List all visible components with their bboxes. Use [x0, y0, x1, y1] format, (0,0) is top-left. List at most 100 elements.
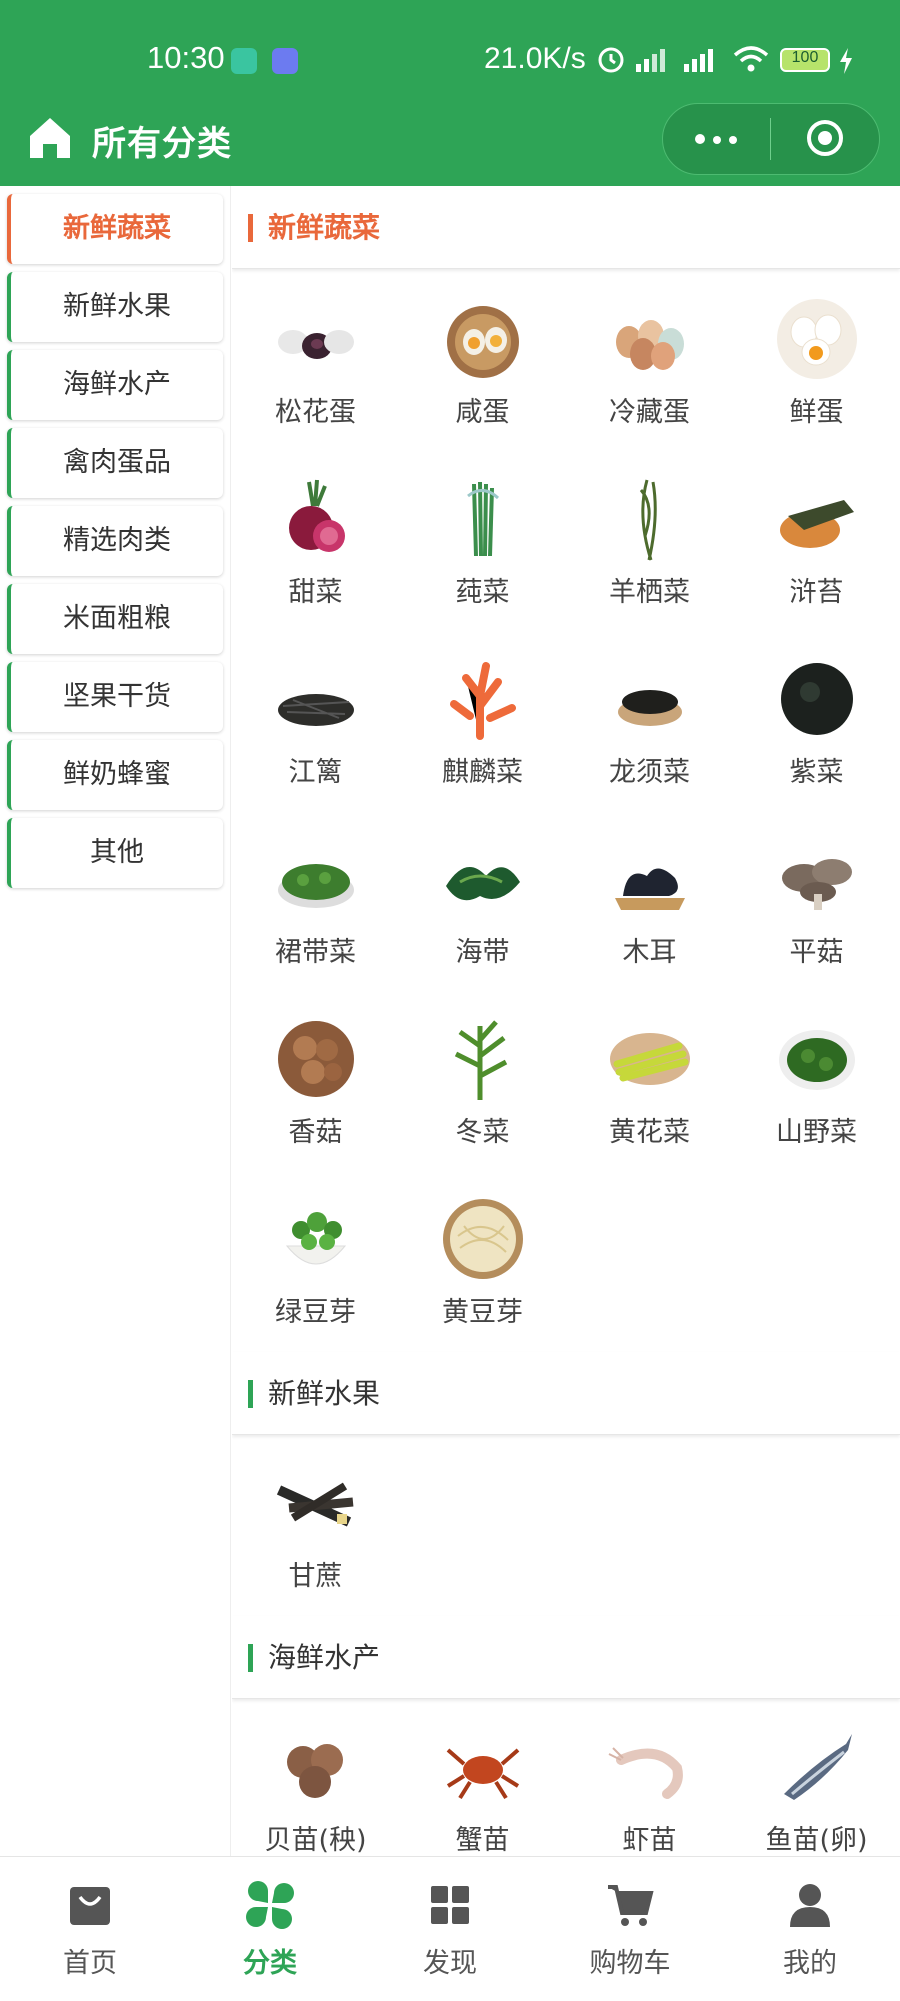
sidebar-item-meat[interactable]: 精选肉类	[7, 506, 223, 576]
item-label: 黄花菜	[609, 1117, 690, 1148]
tab-discover[interactable]: 发现	[360, 1857, 540, 2001]
home-icon[interactable]	[26, 114, 74, 162]
category-item[interactable]: 黄豆芽	[399, 1186, 566, 1366]
salted-egg-image	[447, 306, 519, 378]
category-item[interactable]: 江篱	[232, 646, 399, 826]
fresh-egg-image	[777, 299, 857, 379]
shellfish-seedling-image	[287, 1744, 343, 1798]
category-item[interactable]: 鱼苗(卵)	[733, 1714, 900, 1856]
section-title: 海鲜水产	[268, 1641, 381, 1674]
daylily-image	[610, 1033, 690, 1085]
sidebar-item-other[interactable]: 其他	[7, 818, 223, 888]
category-item[interactable]: 麒麟菜	[399, 646, 566, 826]
beetroot-image	[289, 479, 345, 552]
category-item[interactable]: 甜菜	[232, 466, 399, 646]
item-label: 黄豆芽	[442, 1297, 523, 1328]
item-label: 羊栖菜	[609, 577, 690, 608]
category-item[interactable]: 贝苗(秧)	[232, 1714, 399, 1856]
item-label: 冬菜	[455, 1117, 510, 1148]
section-title: 新鲜水果	[268, 1377, 381, 1410]
wakame-image	[278, 864, 354, 908]
charging-icon	[840, 48, 852, 74]
battery-icon: 100	[780, 48, 830, 72]
category-item[interactable]: 黄花菜	[566, 1006, 733, 1186]
item-label: 冷藏蛋	[609, 397, 690, 428]
clover-icon	[246, 1881, 294, 1929]
bag-icon	[70, 1887, 110, 1925]
category-content: 新鲜蔬菜 松花蛋 咸蛋 冷藏蛋 鲜蛋 甜菜 莼菜 羊栖菜 浒苔 江篱 麒麟菜 龙…	[232, 186, 900, 1856]
tab-home[interactable]: 首页	[0, 1857, 180, 2001]
fish-fry-image	[784, 1734, 852, 1800]
category-item[interactable]: 紫菜	[733, 646, 900, 826]
item-label: 咸蛋	[455, 397, 510, 428]
category-item[interactable]: 裙带菜	[232, 826, 399, 1006]
sidebar-item-fresh-fruit[interactable]: 新鲜水果	[7, 272, 223, 342]
tab-label: 发现	[423, 1948, 477, 1979]
category-item[interactable]: 平菇	[733, 826, 900, 1006]
shield-icon	[231, 48, 257, 74]
section-title: 新鲜蔬菜	[268, 211, 381, 244]
mung-bean-sprout-image	[285, 1212, 347, 1265]
sidebar-item-poultry-eggs[interactable]: 禽肉蛋品	[7, 428, 223, 498]
wood-ear-image	[615, 868, 685, 910]
sidebar-item-grains[interactable]: 米面粗粮	[7, 584, 223, 654]
category-item[interactable]: 松花蛋	[232, 286, 399, 466]
winter-vegetable-image	[454, 1020, 508, 1100]
section-marker	[248, 214, 253, 242]
cart-icon	[608, 1885, 654, 1926]
status-time: 10:30	[147, 40, 225, 75]
item-label: 松花蛋	[275, 397, 356, 428]
item-label: 鲜蛋	[789, 397, 844, 428]
alarm-icon	[598, 47, 624, 73]
section-marker	[248, 1380, 253, 1408]
item-label: 紫菜	[789, 757, 844, 788]
category-item[interactable]: 咸蛋	[399, 286, 566, 466]
sidebar-item-seafood[interactable]: 海鲜水产	[7, 350, 223, 420]
category-item[interactable]: 冬菜	[399, 1006, 566, 1186]
category-sidebar: 新鲜蔬菜 新鲜水果 海鲜水产 禽肉蛋品 精选肉类 米面粗粮 坚果干货 鲜奶蜂蜜 …	[0, 186, 231, 1856]
kelp-image	[446, 867, 520, 901]
oyster-mushroom-image	[782, 859, 852, 910]
category-item[interactable]: 海带	[399, 826, 566, 1006]
category-item[interactable]: 山野菜	[733, 1006, 900, 1186]
section-header: 新鲜蔬菜	[232, 186, 900, 269]
item-label: 莼菜	[455, 577, 510, 608]
tab-label: 我的	[783, 1948, 837, 1979]
category-item[interactable]: 木耳	[566, 826, 733, 1006]
more-menu-button[interactable]	[663, 104, 771, 174]
sidebar-item-milk-honey[interactable]: 鲜奶蜂蜜	[7, 740, 223, 810]
app-header: 10:30 21.0K/s 100 所有分类	[0, 0, 900, 186]
tab-category[interactable]: 分类	[180, 1857, 360, 2001]
item-label: 鱼苗(卵)	[765, 1825, 868, 1856]
item-label: 海带	[455, 937, 510, 968]
category-item[interactable]: 浒苔	[733, 466, 900, 646]
category-item[interactable]: 蟹苗	[399, 1714, 566, 1856]
category-item[interactable]: 龙须菜	[566, 646, 733, 826]
category-item[interactable]: 香菇	[232, 1006, 399, 1186]
section-header: 海鲜水产	[232, 1616, 900, 1699]
item-label: 蟹苗	[455, 1825, 510, 1856]
sidebar-item-nuts[interactable]: 坚果干货	[7, 662, 223, 732]
status-bar: 10:30 21.0K/s 100	[0, 0, 900, 120]
section-marker	[248, 1644, 253, 1672]
item-label: 平菇	[789, 937, 844, 968]
dragon-beard-image	[618, 690, 682, 726]
category-item[interactable]: 冷藏蛋	[566, 286, 733, 466]
category-item[interactable]: 莼菜	[399, 466, 566, 646]
item-label: 甜菜	[288, 577, 343, 608]
signal-icon	[636, 49, 665, 72]
category-item[interactable]: 甘蔗	[232, 1450, 399, 1630]
tab-cart[interactable]: 购物车	[540, 1857, 720, 2001]
item-label: 江篱	[288, 757, 343, 788]
seaweed-image	[780, 500, 854, 548]
category-item[interactable]: 鲜蛋	[733, 286, 900, 466]
page-title: 所有分类	[92, 125, 232, 163]
sugarcane-image	[276, 1482, 354, 1527]
category-item[interactable]: 虾苗	[566, 1714, 733, 1856]
shrimp-seedling-image	[608, 1747, 683, 1799]
close-program-icon[interactable]	[807, 120, 843, 156]
sidebar-item-fresh-vegetables[interactable]: 新鲜蔬菜	[7, 194, 223, 264]
category-item[interactable]: 羊栖菜	[566, 466, 733, 646]
category-item[interactable]: 绿豆芽	[232, 1186, 399, 1366]
tab-me[interactable]: 我的	[720, 1857, 900, 2001]
